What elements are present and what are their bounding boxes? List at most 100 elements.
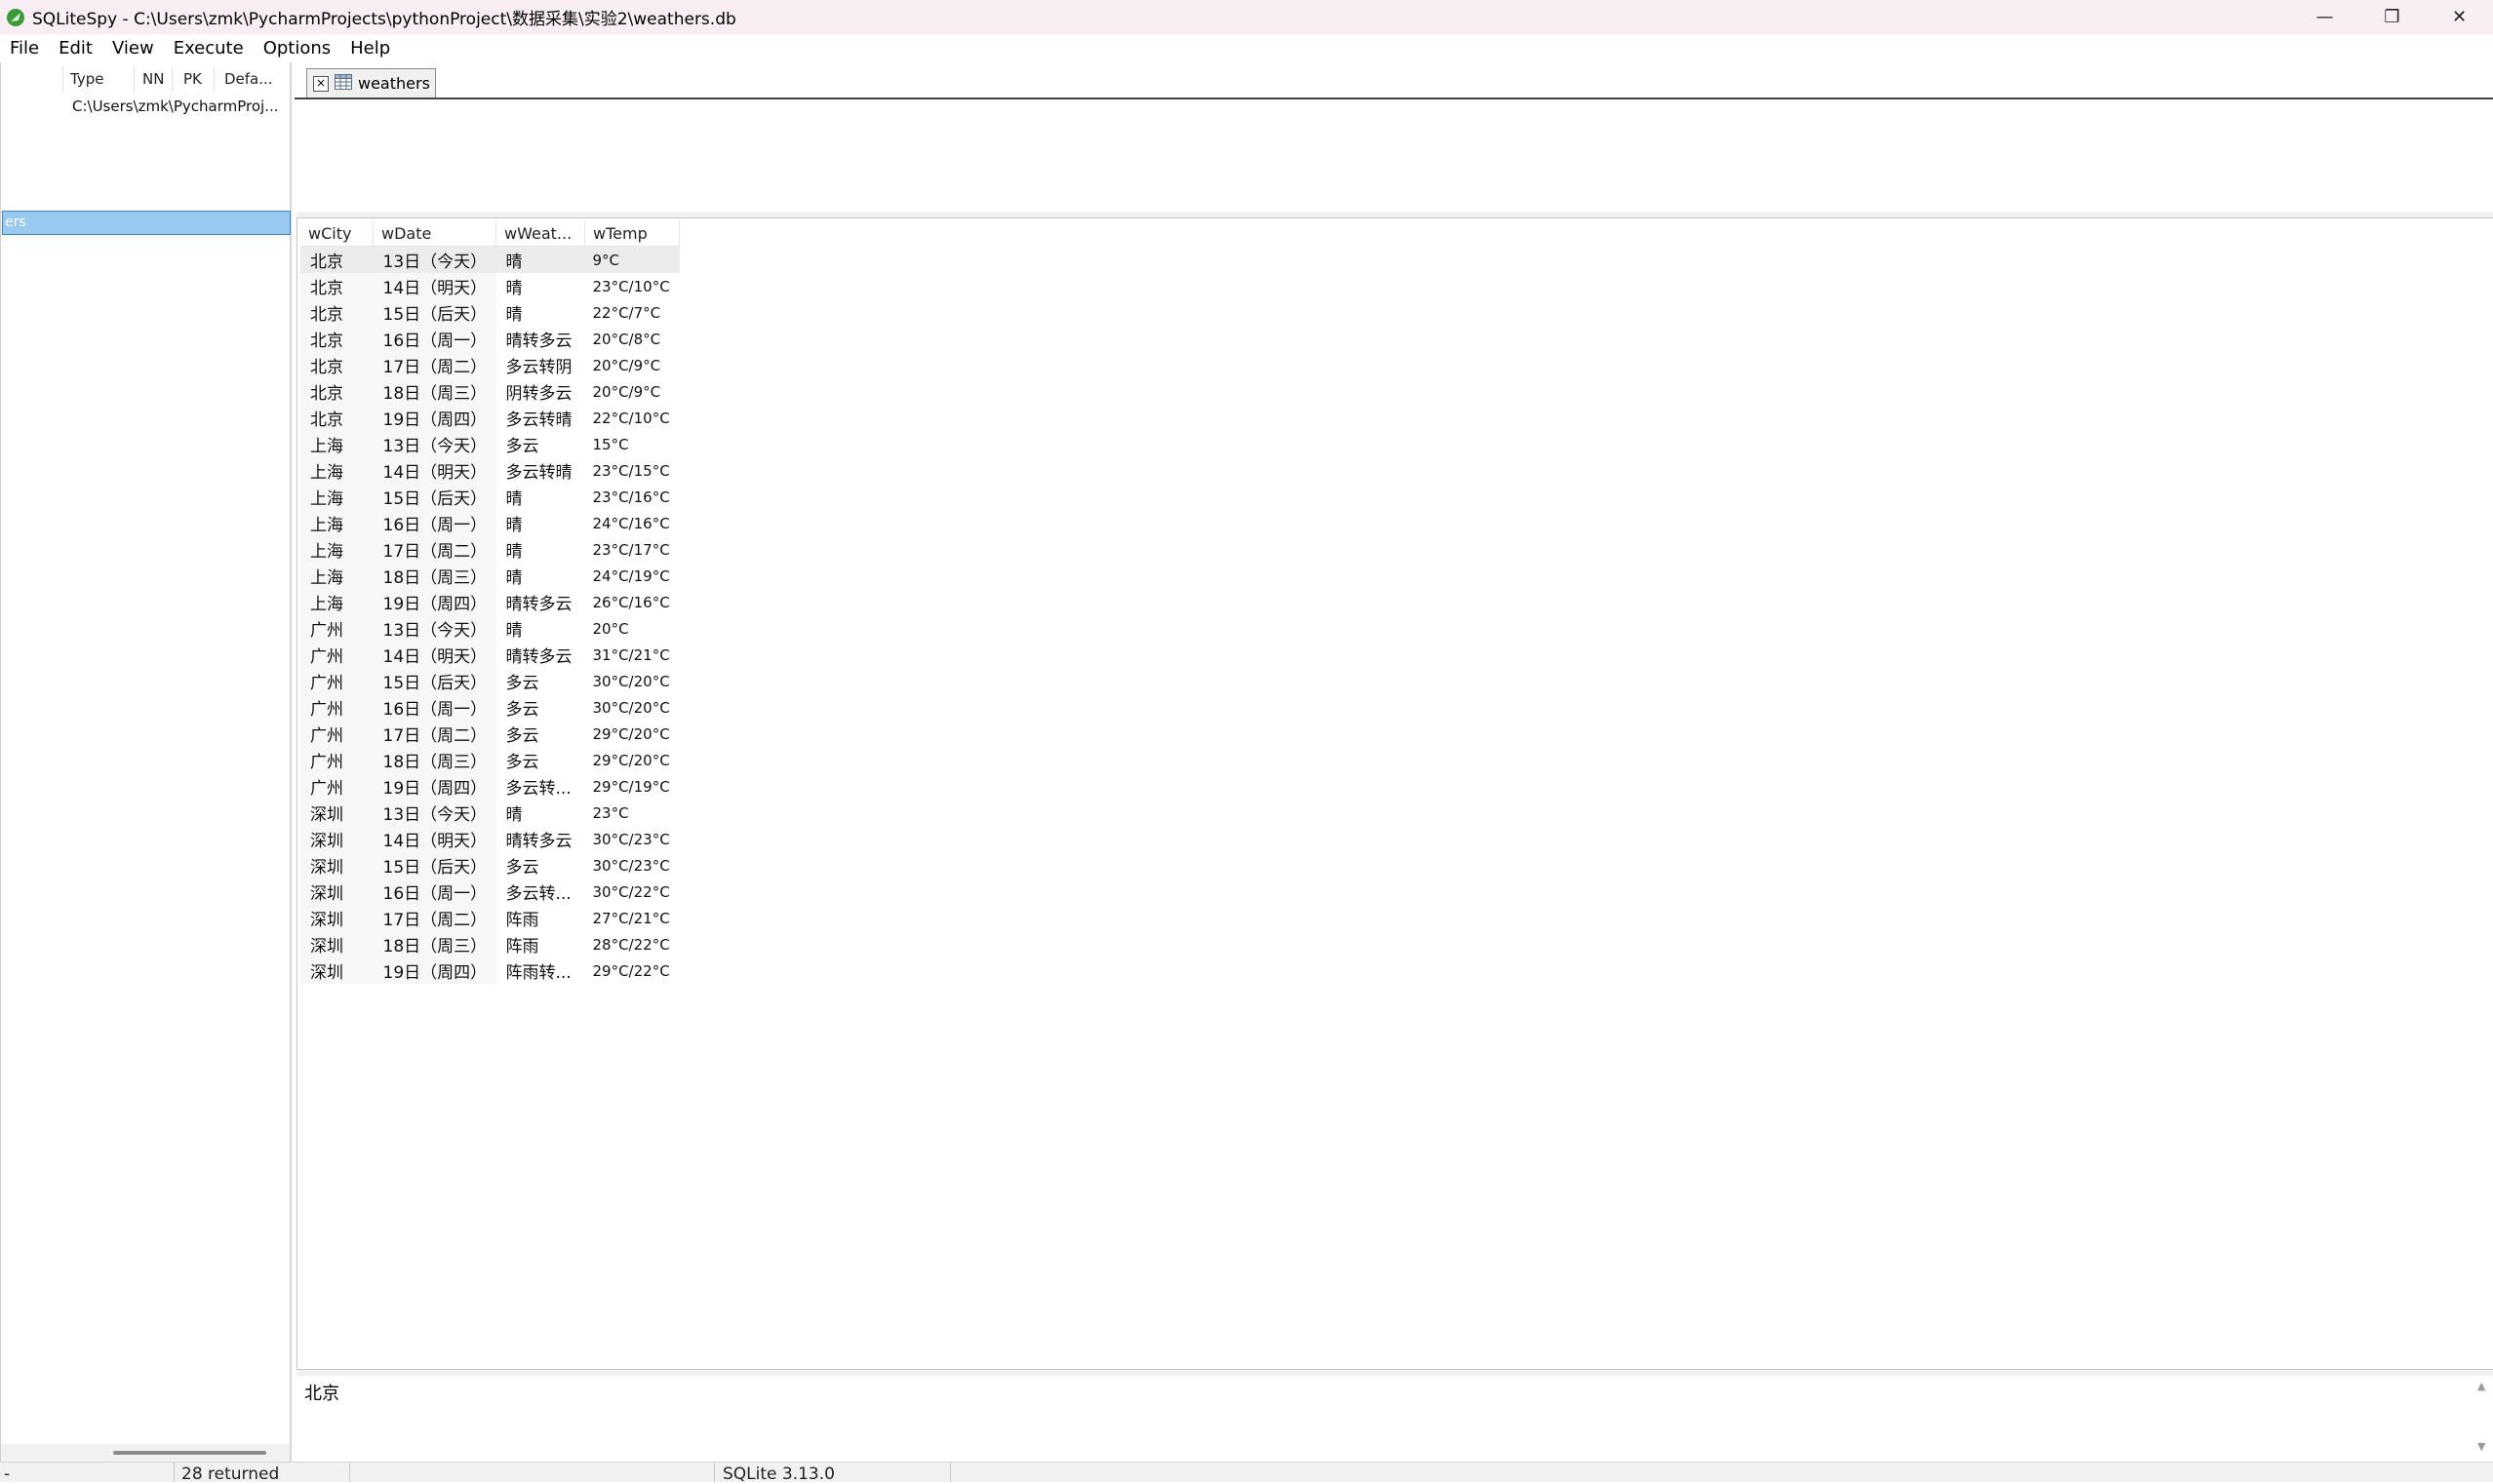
cell-wweather[interactable]: 晴转多云: [495, 642, 585, 668]
scroll-down-icon[interactable]: ▼: [2477, 1440, 2485, 1453]
table-row[interactable]: 广州 15日（后天） 多云 30°C/20°C: [300, 668, 680, 694]
close-button[interactable]: ✕: [2426, 0, 2493, 34]
cell-wcity[interactable]: 北京: [300, 378, 374, 405]
cell-wdate[interactable]: 17日（周二）: [373, 905, 496, 931]
table-row[interactable]: 深圳 18日（周三） 阵雨 28°C/22°C: [300, 931, 680, 957]
table-row[interactable]: 深圳 19日（周四） 阵雨转... 29°C/22°C: [300, 957, 680, 984]
cell-wweather[interactable]: 晴转多云: [495, 826, 585, 852]
table-row[interactable]: 深圳 13日（今天）晴 23°C: [300, 800, 680, 826]
cell-wtemp[interactable]: 22°C/10°C: [584, 405, 680, 431]
cell-wdate[interactable]: 16日（周一）: [373, 510, 496, 536]
cell-wweather[interactable]: 多云转阴: [495, 352, 585, 378]
cell-wweather[interactable]: 多云: [495, 747, 585, 773]
table-row[interactable]: 上海 19日（周四） 晴转多云 26°C/16°C: [300, 589, 680, 615]
results-grid[interactable]: wCity wDate wWeat... wTemp 北京 13日（今天）晴 9°C…: [297, 218, 2493, 1369]
table-row[interactable]: 北京 18日（周三） 阴转多云 20°C/9°C: [300, 378, 680, 405]
cell-wdate[interactable]: 13日（今天）: [373, 246, 496, 273]
cell-wcity[interactable]: 北京: [300, 273, 374, 299]
selected-table-item[interactable]: ers: [2, 211, 291, 235]
cell-wdate[interactable]: 13日（今天）: [373, 431, 496, 457]
cell-wdate[interactable]: 15日（后天）: [373, 668, 496, 694]
cell-wtemp[interactable]: 20°C: [584, 615, 680, 642]
cell-wtemp[interactable]: 23°C/10°C: [584, 273, 680, 299]
cell-wdate[interactable]: 17日（周二）: [373, 721, 496, 747]
cell-wtemp[interactable]: 30°C/20°C: [584, 694, 680, 721]
table-row[interactable]: 北京 16日（周一） 晴转多云 20°C/8°C: [300, 326, 680, 352]
table-row[interactable]: 上海 18日（周三）晴 24°C/19°C: [300, 563, 680, 589]
table-row[interactable]: 深圳 16日（周一） 多云转... 30°C/22°C: [300, 879, 680, 905]
table-row[interactable]: 广州 14日（明天） 晴转多云 31°C/21°C: [300, 642, 680, 668]
cell-wweather[interactable]: 晴: [495, 615, 585, 642]
cell-wtemp[interactable]: 29°C/22°C: [584, 957, 680, 984]
cell-wcity[interactable]: 深圳: [300, 957, 374, 984]
cell-wtemp[interactable]: 30°C/20°C: [584, 668, 680, 694]
cell-wcity[interactable]: 深圳: [300, 879, 374, 905]
menu-view[interactable]: View: [102, 38, 164, 59]
cell-wweather[interactable]: 晴: [495, 246, 585, 273]
cell-wweather[interactable]: 多云转...: [495, 773, 585, 800]
cell-wcity[interactable]: 深圳: [300, 852, 374, 879]
schema-col-type[interactable]: Type: [70, 70, 103, 88]
cell-wweather[interactable]: 多云: [495, 721, 585, 747]
schema-horizontal-scrollbar[interactable]: [1, 1444, 290, 1464]
cell-wcity[interactable]: 广州: [300, 694, 374, 721]
cell-wweather[interactable]: 晴: [495, 800, 585, 826]
menu-execute[interactable]: Execute: [164, 38, 254, 59]
cell-wdate[interactable]: 16日（周一）: [373, 326, 496, 352]
cell-wcity[interactable]: 广州: [300, 773, 374, 800]
cell-wcity[interactable]: 深圳: [300, 931, 374, 957]
cell-wdate[interactable]: 19日（周四）: [373, 589, 496, 615]
column-header-wtemp[interactable]: wTemp: [584, 220, 680, 247]
cell-wtemp[interactable]: 9°C: [584, 246, 680, 273]
scrollbar-thumb[interactable]: [113, 1451, 266, 1455]
restore-button[interactable]: ❐: [2358, 0, 2426, 34]
table-row[interactable]: 深圳 17日（周二） 阵雨 27°C/21°C: [300, 905, 680, 931]
cell-wweather[interactable]: 阵雨: [495, 905, 585, 931]
cell-wtemp[interactable]: 15°C: [584, 431, 680, 457]
cell-wtemp[interactable]: 26°C/16°C: [584, 589, 680, 615]
cell-wweather[interactable]: 多云: [495, 852, 585, 879]
cell-wcity[interactable]: 上海: [300, 589, 374, 615]
cell-wtemp[interactable]: 23°C/15°C: [584, 457, 680, 484]
cell-wcity[interactable]: 上海: [300, 484, 374, 510]
cell-wcity[interactable]: 广州: [300, 642, 374, 668]
cell-wdate[interactable]: 13日（今天）: [373, 800, 496, 826]
cell-wtemp[interactable]: 29°C/20°C: [584, 747, 680, 773]
cell-wcity[interactable]: 广州: [300, 747, 374, 773]
cell-wdate[interactable]: 15日（后天）: [373, 852, 496, 879]
cell-wweather[interactable]: 晴转多云: [495, 326, 585, 352]
cell-wdate[interactable]: 14日（明天）: [373, 826, 496, 852]
column-header-wweather[interactable]: wWeat...: [495, 220, 585, 247]
cell-wcity[interactable]: 广州: [300, 668, 374, 694]
cell-wweather[interactable]: 晴: [495, 484, 585, 510]
editor-splitter[interactable]: [297, 212, 2493, 218]
minimize-button[interactable]: —: [2291, 0, 2358, 34]
cell-wweather[interactable]: 多云转...: [495, 879, 585, 905]
cell-wdate[interactable]: 13日（今天）: [373, 615, 496, 642]
table-row[interactable]: 深圳 15日（后天） 多云 30°C/23°C: [300, 852, 680, 879]
cell-wtemp[interactable]: 30°C/23°C: [584, 852, 680, 879]
cell-wweather[interactable]: 多云: [495, 431, 585, 457]
cell-wtemp[interactable]: 29°C/19°C: [584, 773, 680, 800]
cell-wweather[interactable]: 多云转晴: [495, 405, 585, 431]
cell-wdate[interactable]: 14日（明天）: [373, 457, 496, 484]
cell-wdate[interactable]: 18日（周三）: [373, 747, 496, 773]
table-row[interactable]: 北京 15日（后天）晴 22°C/7°C: [300, 299, 680, 326]
cell-wcity[interactable]: 北京: [300, 405, 374, 431]
cell-wtemp[interactable]: 29°C/20°C: [584, 721, 680, 747]
table-row[interactable]: 上海 13日（今天） 多云 15°C: [300, 431, 680, 457]
cell-wweather[interactable]: 晴: [495, 299, 585, 326]
cell-wcity[interactable]: 上海: [300, 457, 374, 484]
cell-wcity[interactable]: 北京: [300, 246, 374, 273]
cell-wcity[interactable]: 北京: [300, 352, 374, 378]
schema-col-default[interactable]: Defa...: [224, 70, 273, 88]
cell-wweather[interactable]: 多云: [495, 668, 585, 694]
cell-wtemp[interactable]: 22°C/7°C: [584, 299, 680, 326]
cell-wtemp[interactable]: 31°C/21°C: [584, 642, 680, 668]
detail-vertical-scrollbar[interactable]: ▲ ▼: [2473, 1376, 2493, 1462]
table-row[interactable]: 广州 18日（周三） 多云 29°C/20°C: [300, 747, 680, 773]
cell-wdate[interactable]: 16日（周一）: [373, 879, 496, 905]
cell-detail-panel[interactable]: 北京 ▲ ▼: [297, 1376, 2493, 1462]
cell-wweather[interactable]: 阵雨: [495, 931, 585, 957]
cell-wdate[interactable]: 15日（后天）: [373, 484, 496, 510]
